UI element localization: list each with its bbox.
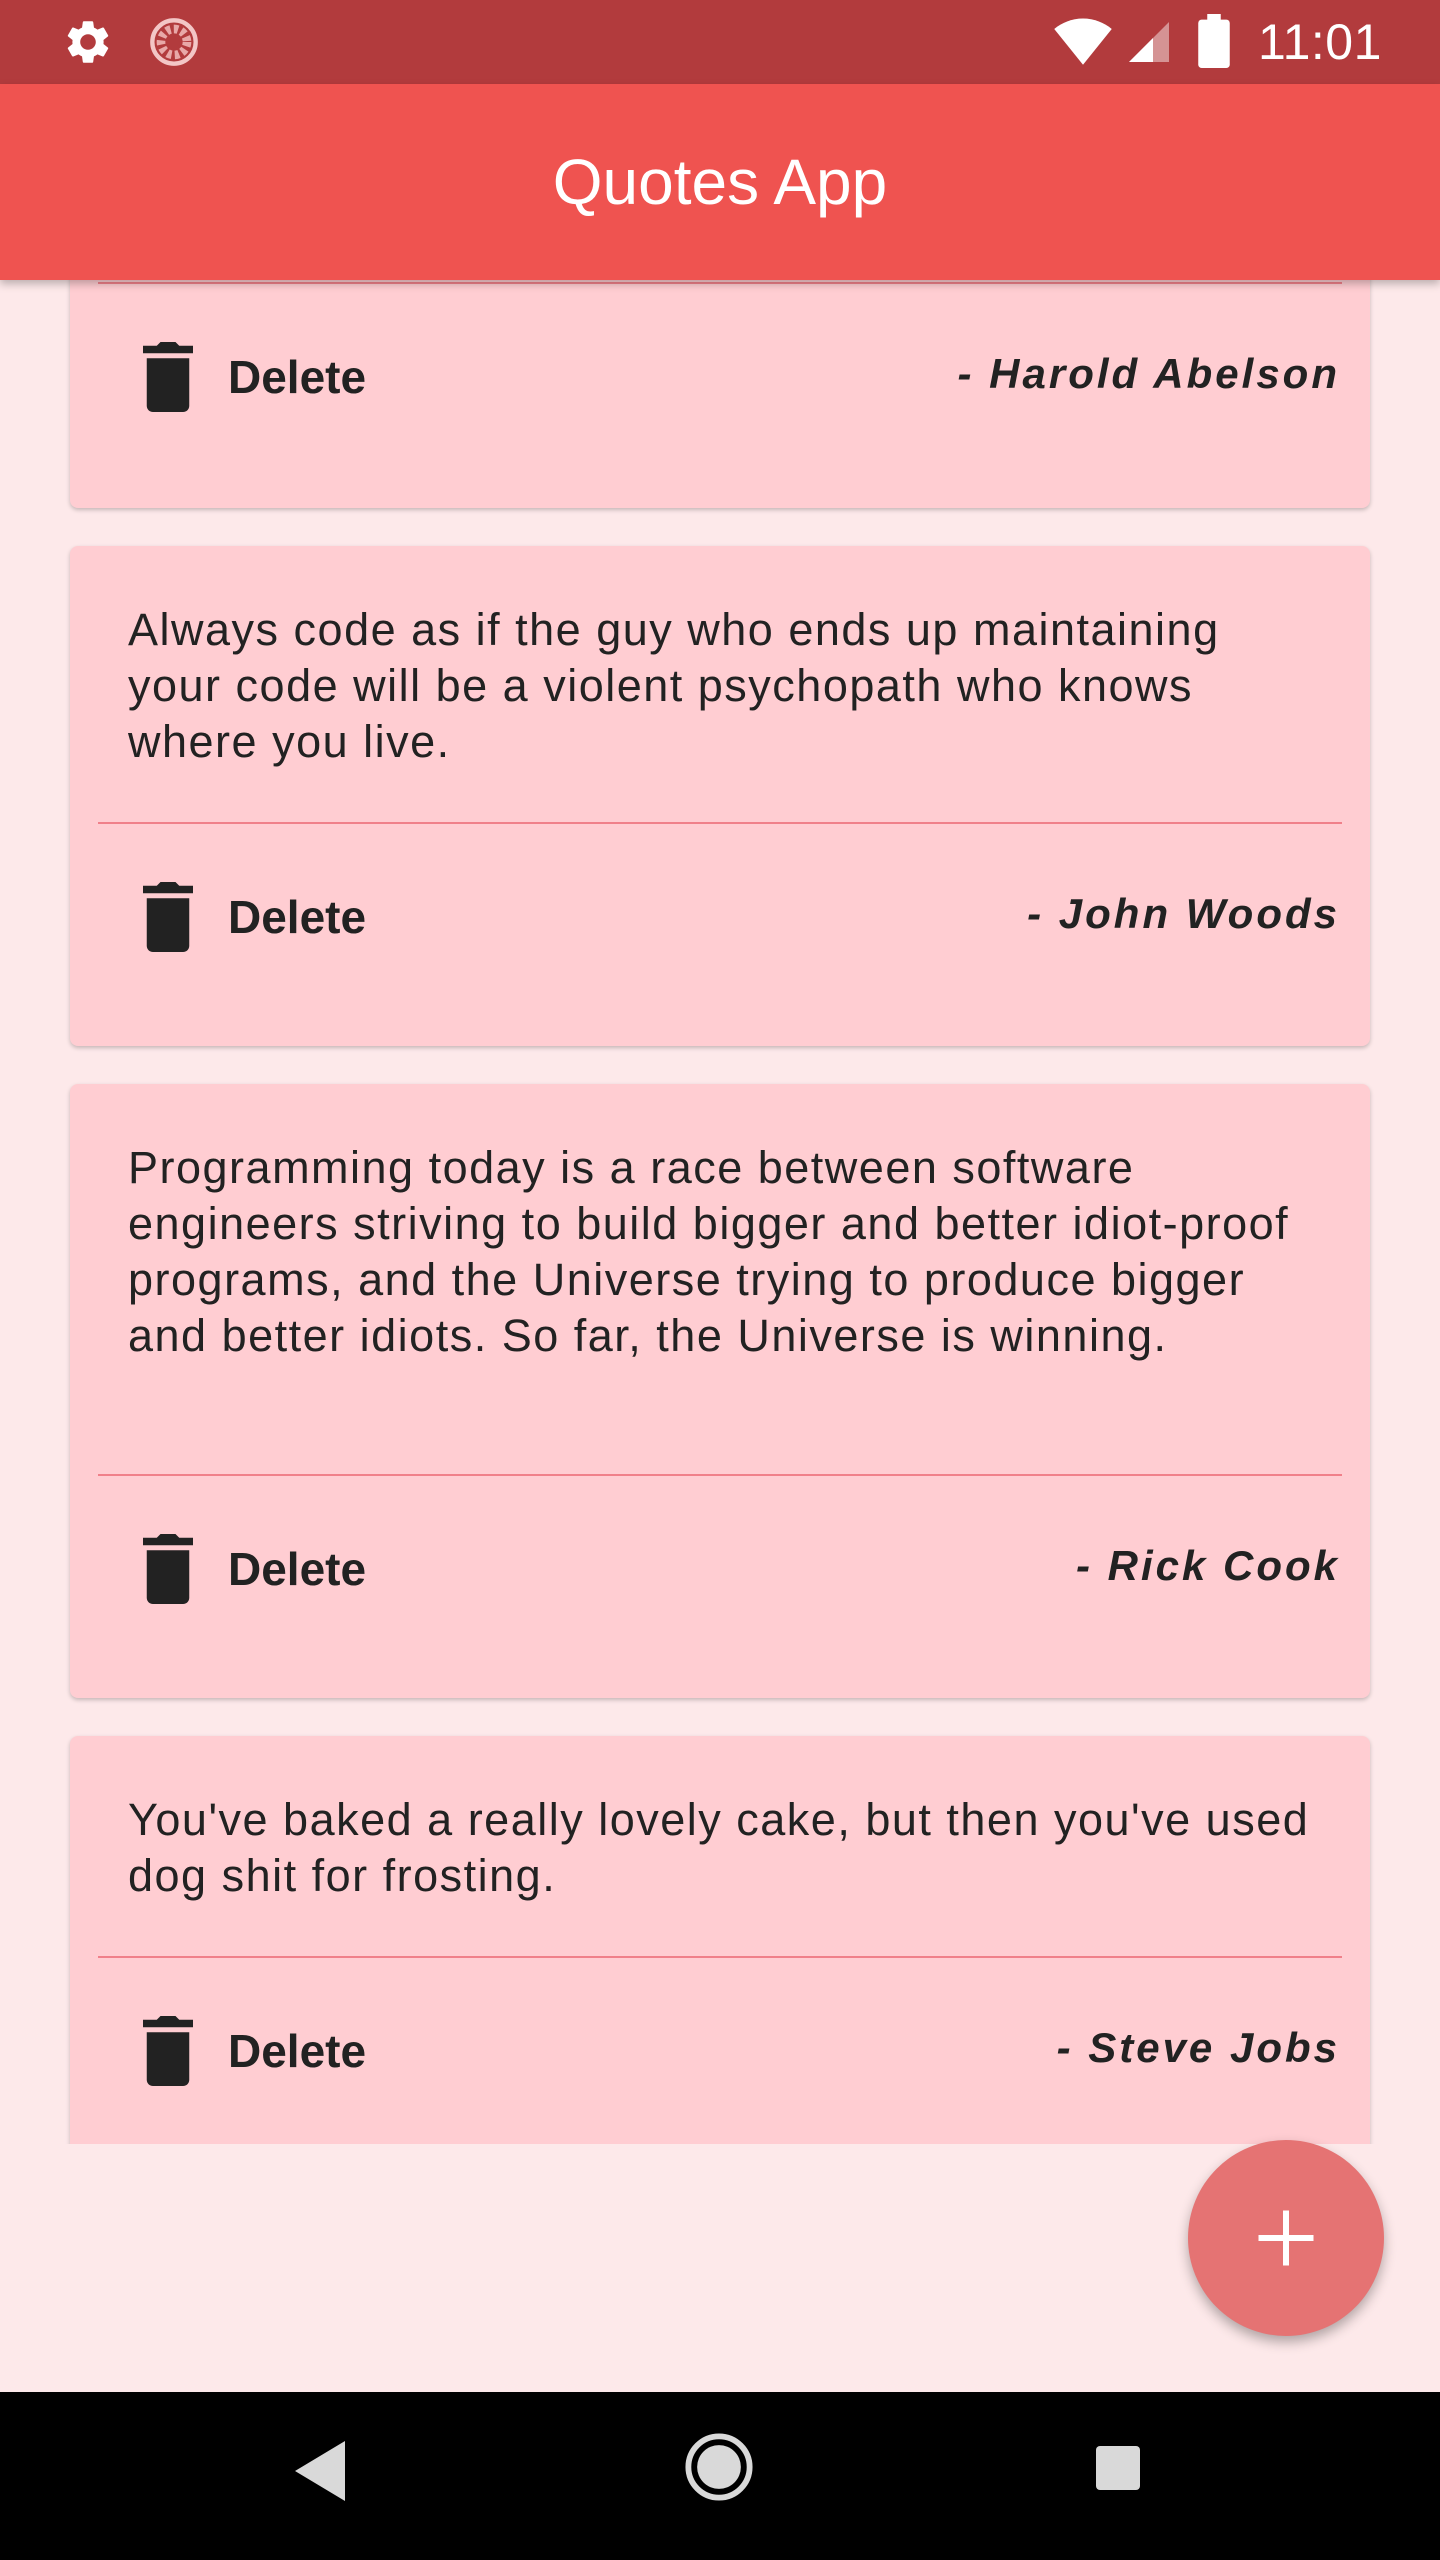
home-icon[interactable] — [684, 2432, 754, 2502]
plus-icon — [1258, 2210, 1314, 2266]
delete-button[interactable]: Delete — [138, 2006, 398, 2096]
delete-label: Delete — [228, 1543, 367, 1595]
delete-label: Delete — [228, 351, 367, 403]
app-title: Quotes App — [552, 146, 888, 218]
trash-icon — [143, 1534, 193, 1604]
quote-text: Always code as if the guy who ends up ma… — [128, 604, 1220, 767]
navigation-bar — [0, 2392, 1440, 2560]
delete-label: Delete — [228, 2025, 367, 2077]
delete-button[interactable]: Delete — [138, 872, 398, 962]
gear-icon — [67, 21, 109, 63]
quote-author: - Rick Cook — [1075, 1542, 1340, 1589]
quote-card: Delete - Harold Abelson — [70, 280, 1370, 508]
app-bar: Quotes App — [0, 84, 1440, 280]
delete-button[interactable]: Delete — [138, 332, 398, 422]
signal-icon — [1129, 22, 1169, 62]
recents-icon[interactable] — [1094, 2444, 1142, 2492]
quote-card: Programming today is a race between soft… — [70, 1084, 1370, 1698]
quote-author: - Harold Abelson — [957, 350, 1340, 397]
trash-icon — [143, 2016, 193, 2086]
quote-list[interactable]: Delete - Harold Abelson Always code as i… — [0, 280, 1440, 2144]
battery-icon — [1198, 14, 1230, 68]
trash-icon — [143, 882, 193, 952]
back-icon[interactable] — [290, 2436, 350, 2506]
quote-author: - John Woods — [1027, 890, 1340, 937]
quote-card: Always code as if the guy who ends up ma… — [70, 546, 1370, 1046]
card-divider — [98, 1956, 1342, 1958]
delete-button[interactable]: Delete — [138, 1524, 398, 1614]
status-bar: 11:01 — [0, 0, 1440, 84]
add-quote-button[interactable] — [1188, 2140, 1384, 2336]
wifi-icon — [1054, 18, 1112, 65]
loader-icon — [150, 18, 198, 66]
quote-text: Programming today is a race between soft… — [128, 1142, 1290, 1361]
delete-label: Delete — [228, 891, 367, 943]
card-divider — [98, 282, 1342, 284]
quote-author: - Steve Jobs — [1056, 2024, 1340, 2071]
card-divider — [98, 1474, 1342, 1476]
quote-card: You've baked a really lovely cake, but t… — [70, 1736, 1370, 2144]
quote-text: You've baked a really lovely cake, but t… — [128, 1794, 1310, 1901]
status-time: 11:01 — [1258, 14, 1382, 70]
card-divider — [98, 822, 1342, 824]
trash-icon — [143, 342, 193, 412]
